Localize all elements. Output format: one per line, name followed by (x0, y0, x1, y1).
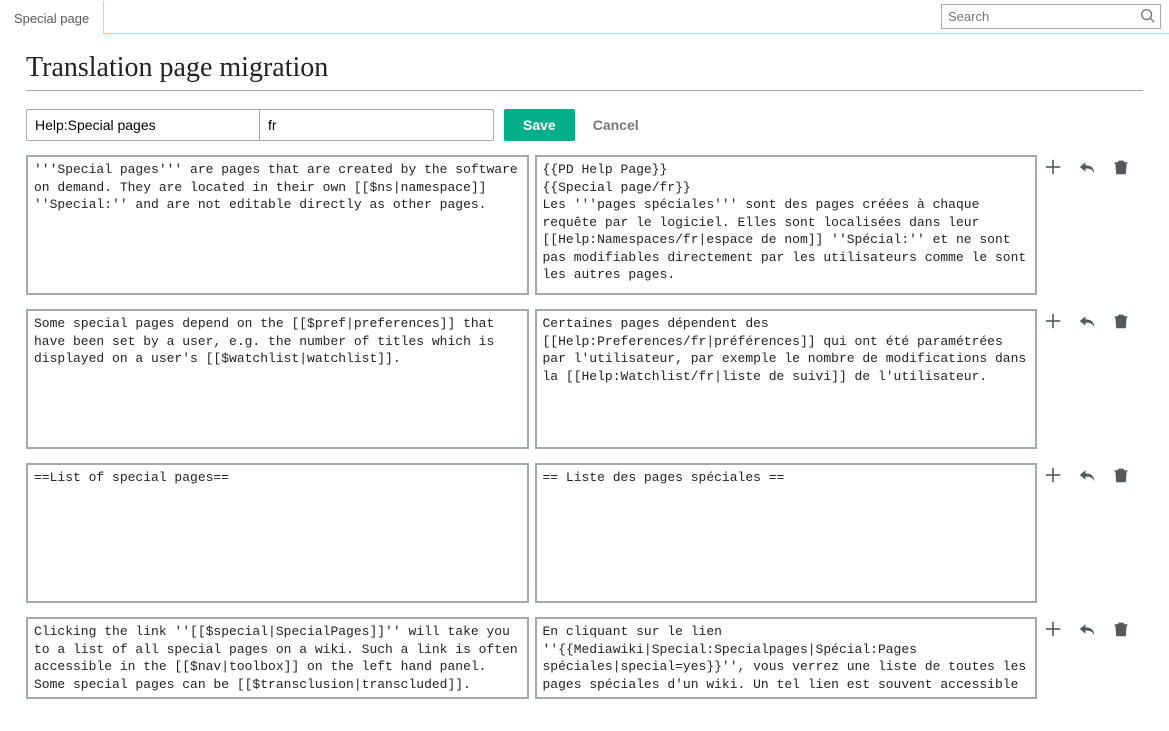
content-area: Translation page migration Save Cancel '… (0, 34, 1169, 731)
source-text: ==List of special pages== (26, 463, 529, 603)
unit-actions (1043, 155, 1143, 177)
search-input[interactable] (941, 4, 1161, 29)
search-container (941, 0, 1169, 29)
page-title: Translation page migration (26, 52, 1143, 91)
add-icon[interactable] (1043, 311, 1063, 331)
source-text: Some special pages depend on the [[$pref… (26, 309, 529, 449)
trash-icon[interactable] (1111, 619, 1131, 639)
page-name-input[interactable] (26, 109, 260, 141)
save-button[interactable]: Save (504, 109, 575, 141)
undo-icon[interactable] (1077, 311, 1097, 331)
unit-actions (1043, 463, 1143, 485)
unit-actions (1043, 617, 1143, 639)
add-icon[interactable] (1043, 619, 1063, 639)
source-text: Clicking the link ''[[$special|SpecialPa… (26, 617, 529, 699)
add-icon[interactable] (1043, 465, 1063, 485)
translation-unit: '''Special pages''' are pages that are c… (26, 155, 1143, 295)
tab-special-page[interactable]: Special page (0, 1, 104, 34)
cancel-button[interactable]: Cancel (593, 117, 639, 133)
source-text: '''Special pages''' are pages that are c… (26, 155, 529, 295)
target-text[interactable]: En cliquant sur le lien ''{{Mediawiki|Sp… (535, 617, 1038, 699)
target-text[interactable]: {{PD Help Page}} {{Special page/fr}} Les… (535, 155, 1038, 295)
top-bar: Special page (0, 0, 1169, 34)
undo-icon[interactable] (1077, 619, 1097, 639)
target-text[interactable]: == Liste des pages spéciales == (535, 463, 1038, 603)
trash-icon[interactable] (1111, 311, 1131, 331)
undo-icon[interactable] (1077, 157, 1097, 177)
unit-actions (1043, 309, 1143, 331)
add-icon[interactable] (1043, 157, 1063, 177)
target-text[interactable]: Certaines pages dépendent des [[Help:Pre… (535, 309, 1038, 449)
translation-unit: Some special pages depend on the [[$pref… (26, 309, 1143, 449)
undo-icon[interactable] (1077, 465, 1097, 485)
translation-unit: Clicking the link ''[[$special|SpecialPa… (26, 617, 1143, 699)
language-code-input[interactable] (260, 109, 494, 141)
controls-row: Save Cancel (26, 109, 1143, 141)
trash-icon[interactable] (1111, 465, 1131, 485)
trash-icon[interactable] (1111, 157, 1131, 177)
translation-unit: ==List of special pages==== Liste des pa… (26, 463, 1143, 603)
